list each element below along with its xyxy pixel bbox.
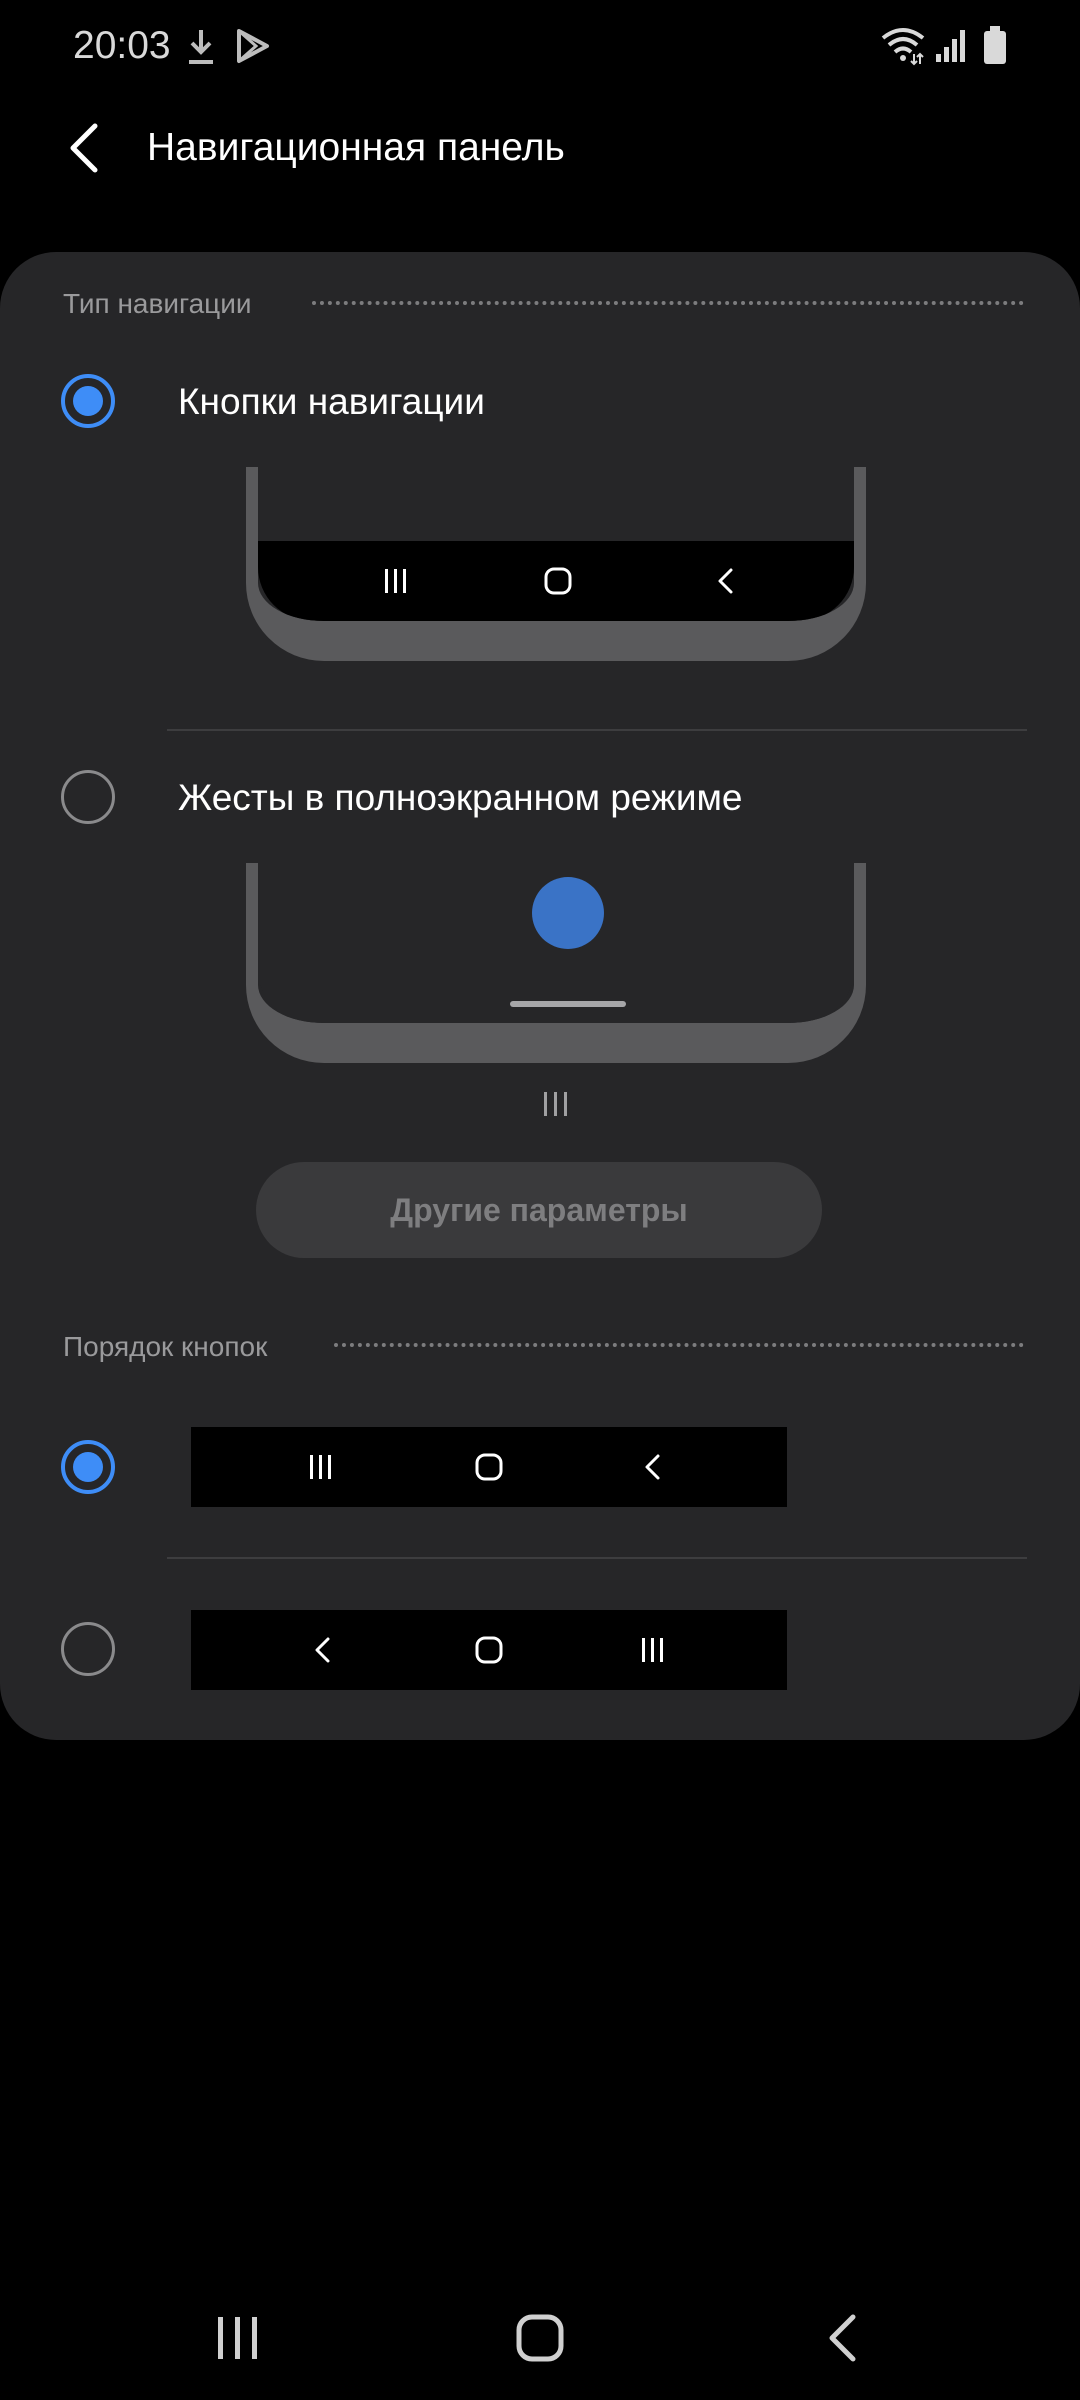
- home-icon: [475, 1453, 503, 1481]
- recents-icon: [385, 569, 406, 593]
- play-store-icon: [237, 29, 269, 63]
- home-icon: [475, 1636, 503, 1664]
- radio-fullscreen-gestures[interactable]: [61, 770, 115, 824]
- more-options-button[interactable]: Другие параметры: [256, 1162, 822, 1258]
- system-home-button[interactable]: [490, 2290, 590, 2386]
- signal-icon: [936, 30, 965, 62]
- system-back-button[interactable]: [792, 2290, 892, 2386]
- recents-icon: [310, 1455, 331, 1479]
- back-icon: [718, 568, 733, 594]
- gesture-touch-indicator: [532, 877, 604, 949]
- back-icon: [829, 2314, 856, 2362]
- radio-order-back-home-recents[interactable]: [61, 1622, 115, 1676]
- gesture-hint-icon: [544, 1092, 567, 1116]
- section-divider: [334, 1343, 1024, 1347]
- gestures-preview[interactable]: [246, 863, 866, 1063]
- chevron-left-icon: [70, 123, 98, 173]
- system-recents-button[interactable]: [188, 2290, 288, 2386]
- home-icon: [516, 2314, 564, 2362]
- wifi-icon: [881, 28, 925, 66]
- option-label-fullscreen-gestures[interactable]: Жесты в полноэкранном режиме: [178, 773, 743, 823]
- radio-order-recents-home-back[interactable]: [61, 1440, 115, 1494]
- back-icon: [645, 1454, 660, 1480]
- recents-icon: [218, 2317, 257, 2359]
- section-label-button-order: Порядок кнопок: [63, 1331, 268, 1362]
- option-divider: [167, 1557, 1027, 1559]
- section-label-nav-type: Тип навигации: [63, 288, 252, 319]
- back-button[interactable]: [54, 110, 114, 186]
- order-preview-back-home-recents[interactable]: [191, 1610, 787, 1690]
- back-icon: [315, 1637, 330, 1663]
- section-divider: [312, 301, 1024, 305]
- preview-navbar: [258, 541, 854, 621]
- download-icon: [189, 30, 213, 64]
- gesture-handle: [510, 1001, 626, 1007]
- radio-navigation-buttons[interactable]: [61, 374, 115, 428]
- home-icon: [544, 567, 572, 595]
- option-divider: [167, 729, 1027, 731]
- page-title: Навигационная панель: [147, 126, 565, 169]
- battery-icon: [984, 26, 1006, 64]
- option-label-navigation-buttons[interactable]: Кнопки навигации: [178, 377, 485, 427]
- status-time: 20:03: [73, 24, 171, 67]
- navigation-buttons-preview[interactable]: [246, 467, 866, 661]
- recents-icon: [642, 1638, 663, 1662]
- order-preview-recents-home-back[interactable]: [191, 1427, 787, 1507]
